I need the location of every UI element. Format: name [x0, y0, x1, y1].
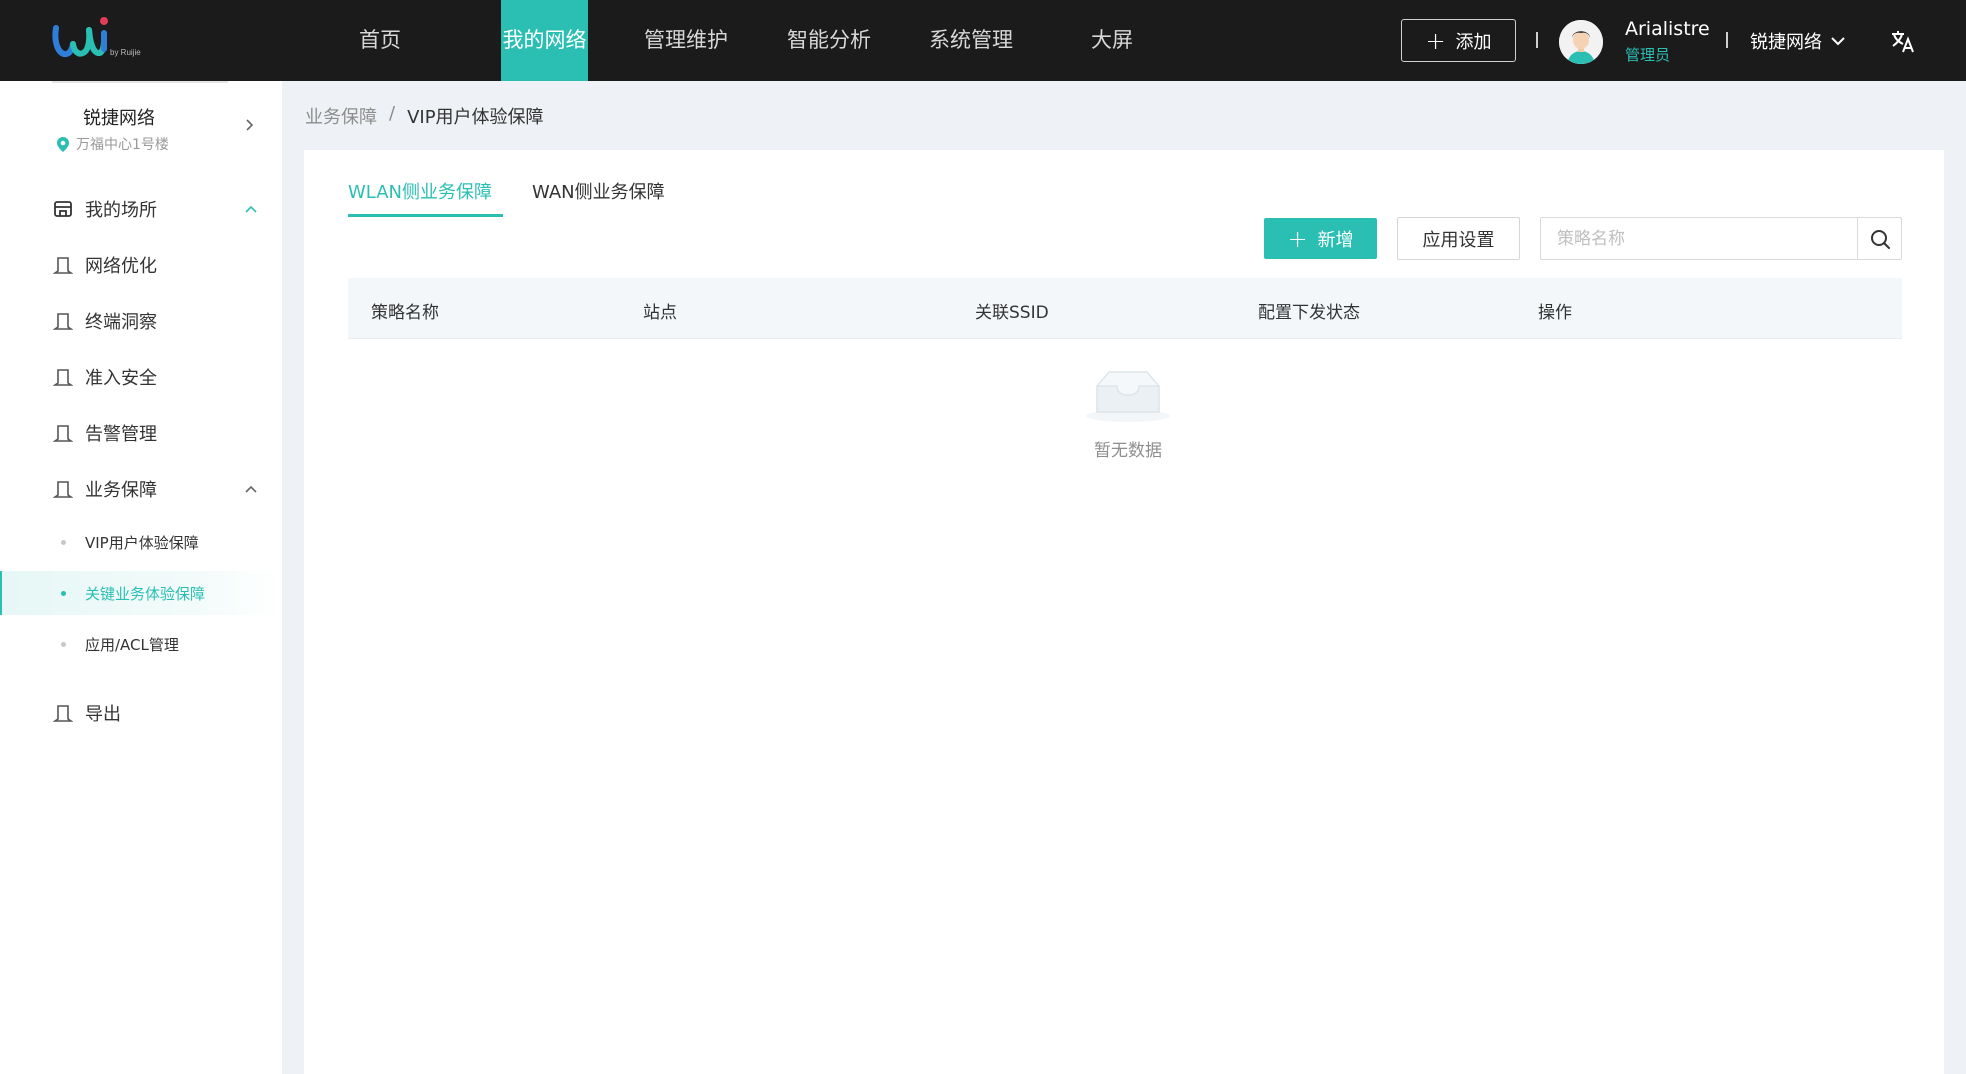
sidebar-item-terminal-insight[interactable]: 终端洞察	[0, 301, 282, 341]
site-location-label: 万福中心1号楼	[76, 137, 169, 153]
sidebar-item-label: 业务保障	[85, 480, 157, 501]
sidebar-item-label: 告警管理	[85, 424, 157, 445]
page-icon	[53, 425, 73, 442]
nav-my-network[interactable]: 我的网络	[501, 0, 588, 81]
sidebar-subitem-label: 关键业务体验保障	[85, 584, 206, 603]
divider	[52, 81, 228, 83]
chevron-right-icon	[246, 119, 254, 131]
plus-icon: +	[1287, 224, 1308, 253]
sidebar-subitem-app-acl[interactable]: 应用/ACL管理	[0, 622, 282, 666]
nav-home[interactable]: 首页	[336, 0, 424, 81]
new-policy-button[interactable]: + 新增	[1264, 218, 1377, 259]
tab-wlan-service-assurance[interactable]: WLAN侧业务保障	[348, 178, 492, 204]
column-header-site: 站点	[643, 303, 677, 323]
sidebar-item-network-optimization[interactable]: 网络优化	[0, 245, 282, 285]
add-button-label: 添加	[1455, 31, 1492, 53]
translate-icon[interactable]	[1890, 28, 1916, 54]
sidebar-subitem-vip-experience[interactable]: VIP用户体验保障	[0, 520, 282, 564]
org-selector[interactable]: 锐捷网络	[1750, 28, 1846, 54]
sidebar-subitem-label: 应用/ACL管理	[85, 635, 179, 654]
nav-maintenance[interactable]: 管理维护	[627, 0, 745, 81]
column-header-config-status: 配置下发状态	[1258, 303, 1360, 323]
user-role: 管理员	[1625, 46, 1671, 64]
bullet	[61, 539, 66, 545]
user-name: Arialistre	[1625, 18, 1710, 40]
store-icon	[54, 201, 72, 217]
nav-system[interactable]: 系统管理	[912, 0, 1030, 81]
empty-inbox-icon	[1086, 371, 1170, 422]
search-icon	[1870, 229, 1890, 249]
plus-icon: +	[1425, 26, 1446, 55]
column-header-policy-name: 策略名称	[371, 303, 439, 323]
org-name: 锐捷网络	[1750, 32, 1822, 53]
sidebar-item-label: 准入安全	[85, 368, 157, 389]
table-header: 策略名称 站点 关联SSID 配置下发状态 操作	[348, 278, 1902, 339]
sidebar-item-alarm-management[interactable]: 告警管理	[0, 413, 282, 453]
user-avatar[interactable]	[1559, 20, 1603, 64]
divider	[1726, 32, 1728, 48]
breadcrumb-separator: /	[389, 103, 396, 124]
ruijie-logo[interactable]: by Ruijie	[52, 14, 162, 64]
nav-big-screen[interactable]: 大屏	[1070, 0, 1154, 81]
sidebar-subitem-key-service-experience[interactable]: 关键业务体验保障	[0, 571, 282, 615]
nav-analytics[interactable]: 智能分析	[770, 0, 888, 81]
sidebar-item-label: 网络优化	[85, 256, 157, 277]
sidebar-item-label: 我的场所	[85, 200, 157, 221]
sidebar-item-my-sites[interactable]: 我的场所	[0, 189, 282, 229]
search-input[interactable]	[1541, 218, 1857, 259]
site-selector[interactable]: 锐捷网络 万福中心1号楼	[0, 81, 282, 166]
empty-state-text: 暂无数据	[1094, 441, 1162, 461]
add-button[interactable]: + 添加	[1401, 19, 1516, 62]
sidebar-item-access-security[interactable]: 准入安全	[0, 357, 282, 397]
column-header-actions: 操作	[1538, 303, 1572, 323]
breadcrumb-current: VIP用户体验保障	[407, 107, 544, 128]
bullet	[61, 641, 66, 647]
divider	[1536, 32, 1538, 48]
main-card: WLAN侧业务保障 WAN侧业务保障 + 新增 应用设置 策略名称 站点 关联S…	[304, 150, 1944, 1074]
site-location: 万福中心1号楼	[56, 134, 169, 154]
page-icon	[53, 313, 73, 330]
sidebar-subitem-label: VIP用户体验保障	[85, 533, 199, 552]
active-tab-indicator	[348, 214, 503, 217]
breadcrumb-parent[interactable]: 业务保障	[305, 103, 377, 129]
bullet	[61, 590, 66, 596]
page-icon	[53, 369, 73, 386]
location-pin-icon	[57, 136, 69, 152]
page-icon	[53, 257, 73, 274]
sidebar: 锐捷网络 万福中心1号楼 我的场所 网络优化 终端洞察 准入安全 告警管理 业务…	[0, 81, 282, 1074]
sidebar-item-service-assurance[interactable]: 业务保障	[0, 469, 282, 509]
chevron-up-icon	[245, 485, 257, 493]
search-button[interactable]	[1857, 218, 1901, 259]
sidebar-item-export[interactable]: 导出	[0, 693, 282, 733]
chevron-up-icon	[245, 205, 257, 213]
tab-wan-service-assurance[interactable]: WAN侧业务保障	[532, 178, 665, 204]
empty-state: 暂无数据	[1078, 368, 1178, 461]
new-button-label: 新增	[1317, 229, 1354, 251]
site-name: 锐捷网络	[83, 108, 155, 129]
search-box	[1540, 217, 1902, 260]
top-navigation-bar: by Ruijie 首页 我的网络 管理维护 智能分析 系统管理 大屏 + 添加…	[0, 0, 1966, 81]
app-settings-button[interactable]: 应用设置	[1397, 217, 1520, 260]
breadcrumb: 业务保障 / VIP用户体验保障	[305, 103, 544, 129]
column-header-ssid: 关联SSID	[975, 303, 1049, 323]
sidebar-item-label: 导出	[85, 704, 121, 725]
sidebar-item-label: 终端洞察	[85, 312, 157, 333]
page-icon	[53, 705, 73, 722]
chevron-down-icon	[1831, 37, 1845, 46]
page-icon	[53, 481, 73, 498]
logo-caption: by Ruijie	[110, 48, 141, 57]
